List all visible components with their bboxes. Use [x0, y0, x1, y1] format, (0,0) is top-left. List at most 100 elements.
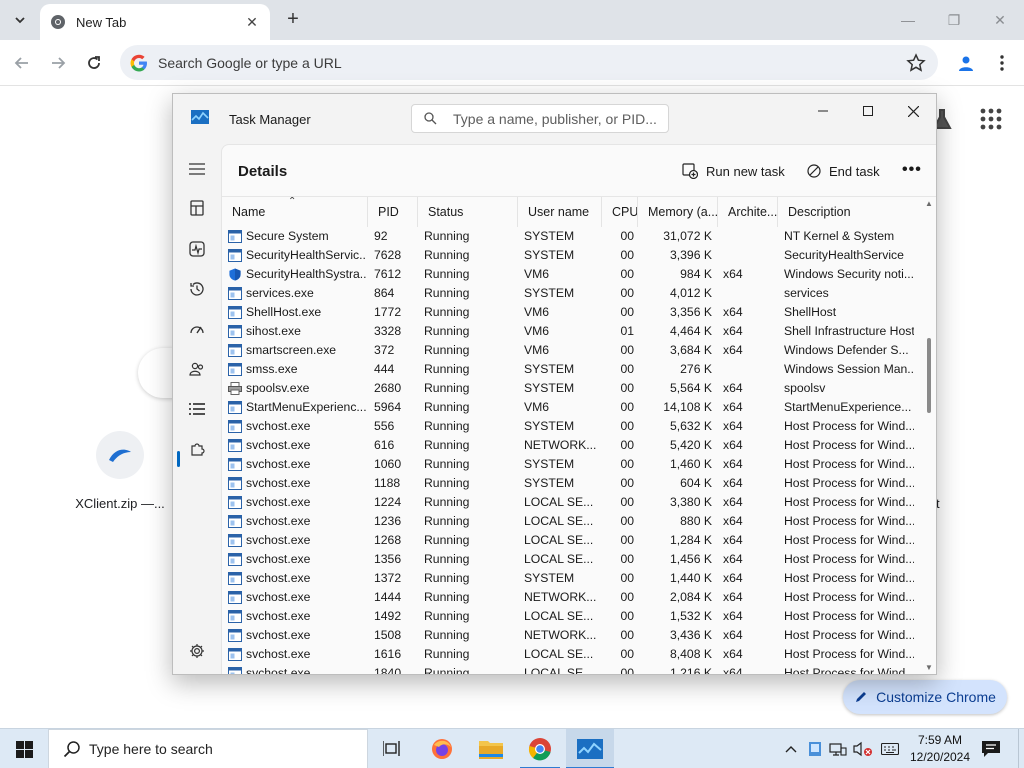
customize-chrome-button[interactable]: Customize Chrome: [843, 680, 1007, 714]
table-row[interactable]: SecurityHealthSystra... 7612 Running VM6 00 9…: [222, 265, 922, 284]
tm-minimize-button[interactable]: [810, 100, 836, 122]
table-row[interactable]: SecurityHealthServic... 7628 Running SYSTEM…: [222, 246, 922, 265]
back-button[interactable]: [10, 51, 34, 75]
bookmark-star-icon[interactable]: [906, 52, 926, 73]
process-arch: x64: [723, 552, 743, 566]
omnibox[interactable]: Search Google or type a URL: [120, 45, 938, 80]
table-row[interactable]: Secure System 92 Running SYSTEM 00 31,072 K NT…: [222, 227, 922, 246]
chrome-icon: [528, 738, 551, 761]
services-puzzle-icon[interactable]: [187, 439, 207, 459]
table-row[interactable]: svchost.exe 1224 Running LOCAL SE... 00 3,380…: [222, 493, 922, 512]
table-row[interactable]: svchost.exe 1372 Running SYSTEM 00 1,440 K x64…: [222, 569, 922, 588]
close-window-icon[interactable]: ✕: [990, 10, 1010, 30]
chrome-menu-button[interactable]: [990, 51, 1014, 75]
process-cpu: 00: [620, 248, 634, 262]
taskbar-firefox[interactable]: [418, 729, 466, 768]
details-list-icon[interactable]: [187, 399, 207, 419]
process-pid: 1840: [374, 666, 402, 675]
col-header-status[interactable]: Status: [418, 197, 518, 227]
process-status: Running: [424, 438, 470, 452]
process-memory: 3,380 K: [669, 495, 712, 509]
ntp-shortcut[interactable]: [96, 431, 144, 479]
table-row[interactable]: services.exe 864 Running SYSTEM 00 4,012 K ser…: [222, 284, 922, 303]
process-name-cell: Secure System: [228, 227, 366, 246]
table-row[interactable]: smartscreen.exe 372 Running VM6 00 3,684 K x64…: [222, 341, 922, 360]
col-header-user[interactable]: User name: [518, 197, 602, 227]
scroll-up-icon[interactable]: ▲: [925, 199, 933, 208]
taskbar-file-explorer[interactable]: [467, 729, 515, 768]
start-button[interactable]: [0, 729, 48, 768]
tm-maximize-button[interactable]: [855, 100, 881, 122]
tab-search-button[interactable]: [8, 8, 32, 32]
network-icon[interactable]: [828, 739, 848, 759]
show-desktop-button[interactable]: [1018, 729, 1024, 768]
table-row[interactable]: smss.exe 444 Running SYSTEM 00 276 K Windows S…: [222, 360, 922, 379]
col-header-name[interactable]: ⌃ Name: [222, 197, 368, 227]
hamburger-menu-icon[interactable]: [187, 159, 207, 179]
tab-close-icon[interactable]: ✕: [244, 14, 260, 31]
table-row[interactable]: svchost.exe 1492 Running LOCAL SE... 00 1,532…: [222, 607, 922, 626]
table-row[interactable]: svchost.exe 1840 Running LOCAL SE... 00 1,216…: [222, 664, 922, 675]
taskbar-clock[interactable]: 7:59 AM 12/20/2024: [904, 732, 976, 766]
table-row[interactable]: svchost.exe 1236 Running LOCAL SE... 00 880 K…: [222, 512, 922, 531]
col-header-memory[interactable]: Memory (a...: [638, 197, 718, 227]
table-row[interactable]: svchost.exe 1356 Running LOCAL SE... 00 1,456…: [222, 550, 922, 569]
end-task-label: End task: [829, 163, 880, 179]
task-manager-titlebar[interactable]: Task Manager Type a name, publisher, or …: [173, 94, 936, 144]
col-header-description[interactable]: Description: [778, 197, 922, 227]
volume-muted-icon[interactable]: [853, 739, 873, 759]
processes-icon[interactable]: [187, 198, 207, 218]
process-arch: [723, 284, 773, 303]
browser-tab[interactable]: New Tab ✕: [40, 4, 270, 40]
process-user: SYSTEM: [524, 457, 575, 471]
table-row[interactable]: ShellHost.exe 1772 Running VM6 00 3,356 K x64 S…: [222, 303, 922, 322]
scroll-down-icon[interactable]: ▼: [925, 663, 933, 672]
table-row[interactable]: svchost.exe 616 Running NETWORK... 00 5,420 K…: [222, 436, 922, 455]
app-history-icon[interactable]: [187, 279, 207, 299]
task-manager-search-input[interactable]: Type a name, publisher, or PID...: [411, 104, 669, 133]
process-cpu: 00: [620, 609, 634, 623]
table-row[interactable]: svchost.exe 1616 Running LOCAL SE... 00 8,408…: [222, 645, 922, 664]
table-row[interactable]: svchost.exe 1444 Running NETWORK... 00 2,084 …: [222, 588, 922, 607]
taskbar-search-box[interactable]: Type here to search: [48, 729, 368, 768]
performance-icon[interactable]: [187, 239, 207, 259]
process-pid: 1772: [374, 305, 402, 319]
users-icon[interactable]: [187, 359, 207, 379]
taskbar-task-manager[interactable]: [566, 729, 614, 768]
process-arch: x64: [723, 666, 743, 675]
table-row[interactable]: svchost.exe 1268 Running LOCAL SE... 00 1,284…: [222, 531, 922, 550]
profile-button[interactable]: [954, 51, 978, 75]
scrollbar-thumb[interactable]: [927, 338, 931, 413]
end-task-button[interactable]: End task: [807, 161, 880, 181]
settings-gear-icon[interactable]: [187, 641, 207, 661]
restore-icon[interactable]: ❐: [944, 10, 964, 30]
forward-button[interactable]: [46, 51, 70, 75]
col-header-arch[interactable]: Archite...: [718, 197, 778, 227]
table-row[interactable]: svchost.exe 556 Running SYSTEM 00 5,632 K x64 H…: [222, 417, 922, 436]
reload-button[interactable]: [82, 51, 106, 75]
startup-apps-icon[interactable]: [187, 319, 207, 339]
minimize-icon[interactable]: —: [898, 10, 918, 30]
table-row[interactable]: svchost.exe 1188 Running SYSTEM 00 604 K x64 Ho…: [222, 474, 922, 493]
process-name: svchost.exe: [246, 533, 311, 547]
table-row[interactable]: StartMenuExperienc... 5964 Running VM6 00 14,…: [222, 398, 922, 417]
col-header-cpu[interactable]: CPU: [602, 197, 638, 227]
notification-center-icon[interactable]: [980, 739, 1002, 759]
run-new-task-button[interactable]: Run new task: [682, 161, 785, 181]
taskbar-chrome[interactable]: [516, 729, 564, 768]
table-row[interactable]: svchost.exe 1060 Running SYSTEM 00 1,460 K x64…: [222, 455, 922, 474]
table-row[interactable]: svchost.exe 1508 Running NETWORK... 00 3,436 …: [222, 626, 922, 645]
tm-close-button[interactable]: [900, 100, 926, 122]
table-row[interactable]: sihost.exe 3328 Running VM6 01 4,464 K x64 Shel…: [222, 322, 922, 341]
process-description: Host Process for Wind...: [784, 476, 914, 490]
vertical-scrollbar[interactable]: ▲ ▼: [922, 197, 936, 674]
google-apps-icon[interactable]: [980, 108, 1002, 130]
new-tab-button[interactable]: +: [282, 9, 304, 31]
more-options-button[interactable]: •••: [902, 161, 922, 179]
col-header-pid[interactable]: PID: [368, 197, 418, 227]
keyboard-icon[interactable]: [880, 739, 900, 759]
tray-app-icon[interactable]: [805, 739, 825, 759]
task-view-button[interactable]: [368, 729, 416, 768]
tray-overflow-chevron-icon[interactable]: [781, 739, 801, 759]
table-row[interactable]: spoolsv.exe 2680 Running SYSTEM 00 5,564 K x64…: [222, 379, 922, 398]
